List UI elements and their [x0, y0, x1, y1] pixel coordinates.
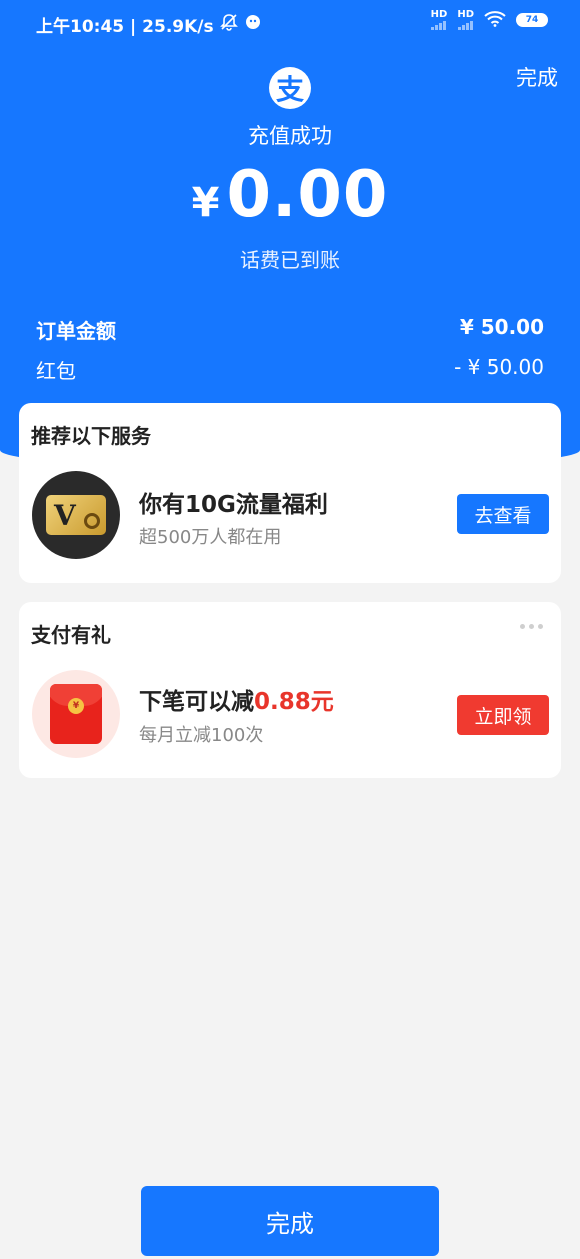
redpacket-label: 红包	[36, 359, 76, 383]
recommend-card: 推荐以下服务 V 你有10G流量福利 超500万人都在用 去查看	[19, 403, 561, 583]
vip-letter: V	[54, 498, 76, 532]
vip-card-graphic: V	[46, 495, 106, 535]
envelope-graphic: ¥	[50, 684, 102, 744]
gift-title-prefix: 下笔可以减	[139, 689, 254, 715]
done-top-button[interactable]: 完成	[516, 62, 558, 92]
recommend-item-subtitle: 超500万人都在用	[139, 527, 282, 548]
red-envelope-icon[interactable]: ¥	[32, 670, 120, 758]
coin-icon: ¥	[68, 698, 84, 714]
gift-discount-amount: 0.88元	[254, 689, 334, 715]
currency-symbol: ¥	[191, 180, 221, 226]
order-amount-label: 订单金额	[36, 319, 116, 343]
recommend-item-title[interactable]: 你有10G流量福利	[139, 485, 328, 519]
redpacket-value: - ¥ 50.00	[454, 355, 544, 379]
gift-item-subtitle: 每月立减100次	[139, 725, 264, 746]
wifi-icon	[484, 10, 506, 30]
sim1-label: HD	[430, 9, 448, 20]
gift-item-title[interactable]: 下笔可以减0.88元	[139, 682, 334, 716]
redpacket-row: 红包 - ¥ 50.00	[36, 355, 544, 384]
more-options-icon[interactable]	[520, 624, 543, 629]
order-amount-row: 订单金额 ¥ 50.00	[36, 315, 544, 344]
app-notification-icon	[244, 13, 262, 36]
payment-gift-card: 支付有礼 ¥ 下笔可以减0.88元 每月立减100次 立即领	[19, 602, 561, 778]
header-banner: 上午10:45 | 25.9K/s HD HD 74 支 完成 充值成功 ¥0.…	[0, 0, 580, 470]
amount-value: 0.00	[226, 158, 389, 232]
signal-sim2-icon: HD	[457, 10, 474, 30]
sim2-label: HD	[457, 9, 474, 20]
status-subtitle: 话费已到账	[240, 248, 340, 272]
battery-icon: 74	[516, 13, 548, 27]
order-amount-value: ¥ 50.00	[459, 315, 544, 339]
done-bottom-button[interactable]: 完成	[141, 1186, 439, 1256]
paid-amount: ¥0.00	[0, 158, 580, 232]
gift-title: 支付有礼	[31, 623, 111, 647]
claim-button[interactable]: 立即领	[457, 695, 549, 735]
alipay-logo-icon: 支	[269, 67, 311, 109]
logo-glyph: 支	[275, 73, 304, 106]
bell-muted-icon	[219, 13, 238, 36]
battery-level: 74	[525, 15, 539, 25]
carrier-ring-icon	[84, 513, 100, 529]
view-button[interactable]: 去查看	[457, 494, 549, 534]
status-time-speed: 上午10:45 | 25.9K/s	[36, 17, 214, 37]
page-title: 充值成功	[248, 124, 332, 148]
recommend-title: 推荐以下服务	[31, 424, 151, 448]
vip-card-icon[interactable]: V	[32, 471, 120, 559]
status-bar: 上午10:45 | 25.9K/s HD HD 74	[0, 0, 580, 44]
signal-sim1-icon: HD	[430, 9, 448, 30]
